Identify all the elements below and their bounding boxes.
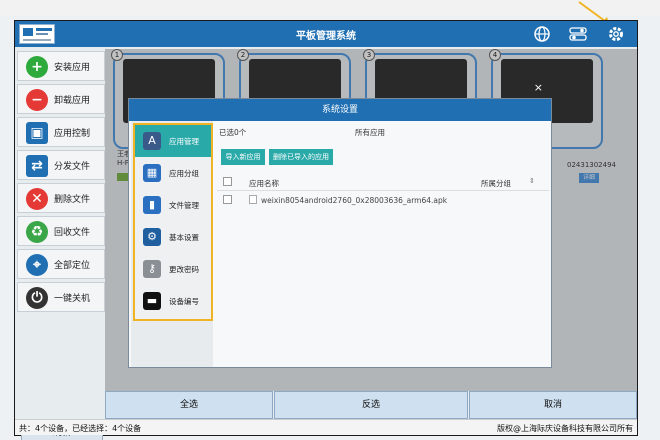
selected-count: 已选0个 [219, 128, 247, 137]
menu-item-change-password[interactable]: ⚷ 更改密码 [135, 253, 211, 285]
sidebar-item-label: 分发文件 [54, 162, 91, 172]
close-icon[interactable]: × [534, 81, 543, 94]
delete-imported-app-button[interactable]: 删除已导入的应用 [269, 149, 333, 165]
copyright-text: 版权@上海际庆设备科技有限公司所有 [497, 424, 633, 433]
app-list-header: 已选0个 所有应用 [217, 123, 549, 139]
column-name: 应用名称 [249, 179, 279, 188]
file-icon: ▮ [143, 196, 161, 214]
column-group: 所属分组 [481, 179, 511, 188]
close-icon: ✕ [26, 188, 48, 210]
sidebar-item-label: 回收文件 [54, 228, 91, 238]
screen-top-edge [0, 0, 660, 16]
sidebar-item-label: 删除文件 [54, 195, 91, 205]
menu-item-app-manage[interactable]: A 应用管理 [135, 125, 211, 157]
sidebar-item-label: 卸载应用 [54, 96, 91, 106]
device-count-status: 共：4个设备，已经选择：4个设备 [19, 424, 142, 433]
gear-icon[interactable] [607, 25, 625, 43]
location-icon: ⌖ [26, 254, 48, 276]
menu-item-label: 应用管理 [169, 137, 199, 146]
computer-icon: ▣ [26, 122, 48, 144]
minus-icon: − [26, 89, 48, 111]
title-bar: 平板管理系统 [15, 21, 637, 47]
menu-item-label: 设备编号 [169, 297, 199, 306]
select-all-button[interactable]: 全选 [105, 391, 273, 419]
app-group-icon: ▦ [143, 164, 161, 182]
status-bar: 共：4个设备，已经选择：4个设备 版权@上海际庆设备科技有限公司所有 [15, 419, 637, 435]
menu-item-label: 文件管理 [169, 201, 199, 210]
sidebar-item-label: 全部定位 [54, 261, 91, 271]
app-manage-icon: A [143, 132, 161, 150]
sidebar-item-delete-file[interactable]: ✕ 删除文件 [17, 183, 105, 213]
menu-item-device-number[interactable]: ▬ 设备编号 [135, 285, 211, 317]
recycle-icon: ♻ [26, 221, 48, 243]
app-root: 平板管理系统 + 安装应用 − 卸载应用 ▣ 应用控制 ⇄ 分发文件 ✕ 删除文… [0, 0, 660, 440]
cancel-button[interactable]: 取消 [469, 391, 637, 419]
row-checkbox[interactable] [223, 195, 232, 204]
all-apps-label: 所有应用 [355, 128, 385, 137]
sidebar-item-install-app[interactable]: + 安装应用 [17, 51, 105, 81]
device-icon: ▬ [143, 292, 161, 310]
plus-icon: + [26, 56, 48, 78]
import-app-button[interactable]: 导入新应用 [221, 149, 265, 165]
menu-item-file-manage[interactable]: ▮ 文件管理 [135, 189, 211, 221]
app-name: weixin8054android2760_0x28003636_arm64.a… [261, 196, 448, 205]
menu-item-app-group[interactable]: ▦ 应用分组 [135, 157, 211, 189]
settings-dialog: 系统设置 × A 应用管理 ▦ 应用分组 ▮ 文件管理 ⚙ 基本设置 ⚷ 更改密… [128, 81, 552, 368]
sidebar-item-recycle-file[interactable]: ♻ 回收文件 [17, 216, 105, 246]
sidebar-item-uninstall-app[interactable]: − 卸载应用 [17, 84, 105, 114]
gear-icon: ⚙ [143, 228, 161, 246]
app-table: 应用名称 所属分组 ⇕ weixin8054android2760_0x2800… [217, 173, 549, 209]
sidebar-item-locate-all[interactable]: ⌖ 全部定位 [17, 249, 105, 279]
toggle-switch-icon[interactable] [569, 25, 587, 43]
sort-icon[interactable]: ⇕ [529, 177, 535, 185]
power-icon: ⏻ [26, 287, 48, 309]
invert-selection-button[interactable]: 反选 [274, 391, 468, 419]
sidebar-item-label: 安装应用 [54, 63, 91, 73]
select-all-checkbox[interactable] [223, 177, 232, 186]
key-icon: ⚷ [143, 260, 161, 278]
menu-item-label: 应用分组 [169, 169, 199, 178]
table-header: 应用名称 所属分组 ⇕ [217, 173, 549, 191]
sidebar-item-app-control[interactable]: ▣ 应用控制 [17, 117, 105, 147]
sidebar-item-distribute-file[interactable]: ⇄ 分发文件 [17, 150, 105, 180]
table-row[interactable]: weixin8054android2760_0x28003636_arm64.a… [217, 191, 549, 209]
file-thumbnail-icon [249, 195, 257, 204]
sidebar: + 安装应用 − 卸载应用 ▣ 应用控制 ⇄ 分发文件 ✕ 删除文件 ♻ 回收文… [17, 49, 105, 440]
menu-item-label: 基本设置 [169, 233, 199, 242]
settings-menu: A 应用管理 ▦ 应用分组 ▮ 文件管理 ⚙ 基本设置 ⚷ 更改密码 ▬ 设备编… [133, 123, 213, 321]
menu-item-basic-settings[interactable]: ⚙ 基本设置 [135, 221, 211, 253]
sidebar-item-label: 一键关机 [54, 294, 91, 304]
menu-item-label: 更改密码 [169, 265, 199, 274]
sidebar-item-shutdown[interactable]: ⏻ 一键关机 [17, 282, 105, 312]
exchange-icon: ⇄ [26, 155, 48, 177]
dialog-title: 系统设置 [129, 99, 551, 121]
command-bar: 全选 反选 取消 [105, 391, 637, 419]
sidebar-item-label: 应用控制 [54, 129, 91, 139]
globe-icon[interactable] [533, 25, 551, 43]
